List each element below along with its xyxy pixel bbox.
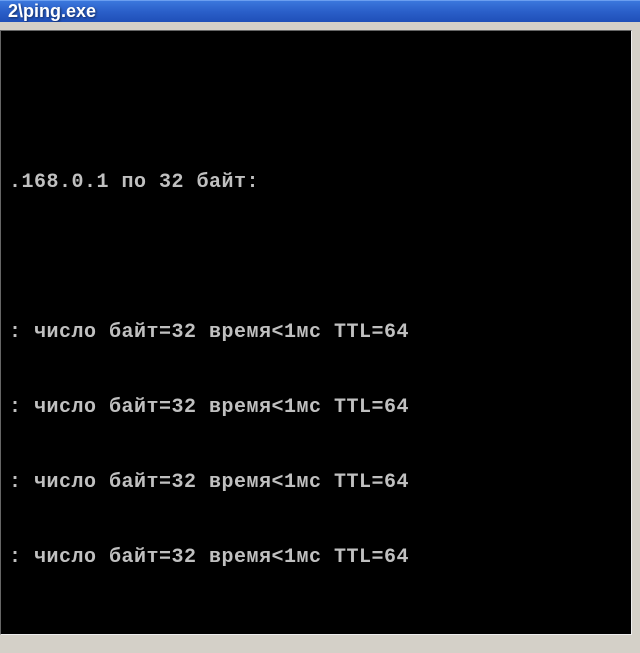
window-title: 2\ping.exe: [8, 1, 96, 22]
ping-header: .168.0.1 по 32 байт:: [9, 170, 623, 195]
ping-reply-line: : число байт=32 время<1мс TTL=64: [9, 470, 623, 495]
window: 2\ping.exe .168.0.1 по 32 байт: : число …: [0, 0, 640, 640]
blank-line: [9, 95, 623, 120]
ping-reply-line: : число байт=32 время<1мс TTL=64: [9, 395, 623, 420]
console-output[interactable]: .168.0.1 по 32 байт: : число байт=32 вре…: [0, 30, 632, 635]
titlebar[interactable]: 2\ping.exe: [0, 0, 640, 22]
ping-reply-line: : число байт=32 время<1мс TTL=64: [9, 320, 623, 345]
console-frame: .168.0.1 по 32 байт: : число байт=32 вре…: [0, 22, 640, 653]
blank-line: [9, 245, 623, 270]
ping-reply-line: : число байт=32 время<1мс TTL=64: [9, 545, 623, 570]
